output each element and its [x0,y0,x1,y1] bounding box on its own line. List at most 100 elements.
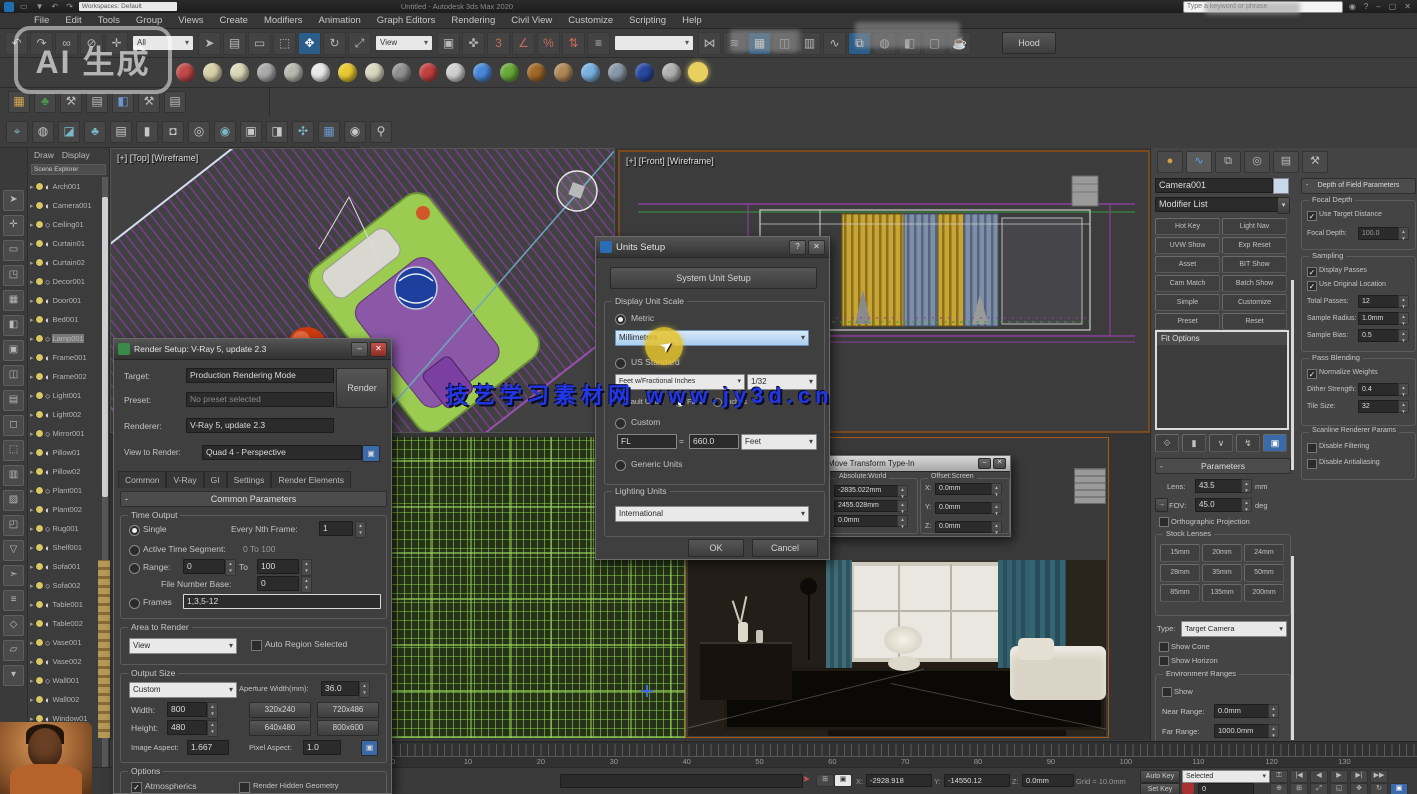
show-horizon-checkbox[interactable] [1159,656,1169,666]
pixel-aspect-field[interactable]: 1.0 [303,740,341,755]
cancel-button[interactable]: Cancel [752,539,818,557]
stock-lens-button[interactable]: 135mm [1202,584,1242,602]
offset-field[interactable]: 0.0mm [935,521,995,533]
panel-scrollbar[interactable] [1291,280,1294,470]
visibility-icon[interactable]: ○ [45,277,50,287]
res-720x486-button[interactable]: 720x486 [317,702,379,718]
mirror-icon[interactable]: ⋈ [698,32,721,55]
width-field[interactable]: 800 [167,702,207,717]
viewport-label[interactable]: [+] [Front] [Wireframe] [626,156,714,166]
dither-strength-field[interactable]: 0.4 [1358,383,1402,396]
pin-stack-icon[interactable]: ⟐ [1155,434,1179,452]
tool-icon[interactable]: ≡ [3,590,24,611]
normalize-weights-checkbox[interactable] [1307,369,1317,379]
make-unique-icon[interactable]: ∨ [1209,434,1233,452]
coordinate-mode-icon[interactable]: ▣ [834,774,852,787]
spinner-snap-toggle-icon[interactable]: ⇅ [562,32,585,55]
view-to-render-dropdown[interactable]: Quad 4 - Perspective [202,445,362,460]
sample-radius-field[interactable]: 1.0mm [1358,312,1402,325]
lens-field[interactable]: 43.5 [1195,479,1243,493]
visibility-icon[interactable]: ◐ [45,372,50,382]
window-crossing-icon[interactable]: ⬚ [273,32,296,55]
toggle-scene-explorer-icon[interactable]: ▥ [798,32,821,55]
list-item[interactable]: ▸ ◐ Plant002 [28,500,109,519]
total-passes-field[interactable]: 12 [1358,295,1402,308]
visibility-icon[interactable]: ◐ [45,695,50,705]
go-to-end-icon[interactable]: ▶▶ [1370,770,1388,783]
spinner[interactable]: ▲▼ [1268,724,1279,738]
sign-in-icon[interactable]: ◉ [1347,2,1358,11]
ring-icon[interactable]: ◎ [188,121,210,143]
visibility-icon[interactable]: ○ [45,638,50,648]
fov-direction-button[interactable]: → [1155,498,1168,512]
key-filter-dropdown[interactable]: Selected▾ [1182,770,1270,783]
list-item[interactable]: ▸ ◐ Frame001 [28,348,109,367]
visibility-icon[interactable]: ◐ [45,410,50,420]
system-unit-setup-button[interactable]: System Unit Setup [610,267,817,289]
tool-icon[interactable]: ▽ [3,540,24,561]
track-bar[interactable]: 0102030405060708090100110120130 [385,741,1417,767]
tab[interactable]: Common [118,471,166,488]
us-standard-radio[interactable] [615,358,626,369]
disable-antialiasing-checkbox[interactable] [1307,459,1317,469]
menu-item[interactable]: Graph Editors [369,13,444,29]
water-blue-icon[interactable] [581,63,600,82]
zoom-all-icon[interactable]: ⊞ [1290,783,1308,794]
tab[interactable]: Render Elements [271,471,351,488]
list-item[interactable]: ▸ ○ Wall001 [28,671,109,690]
book-icon[interactable]: ▤ [110,121,132,143]
range-radio[interactable] [129,563,140,574]
show-cone-checkbox[interactable] [1159,642,1169,652]
camera-teal-icon[interactable]: ◪ [58,121,80,143]
stock-lens-button[interactable]: 85mm [1160,584,1200,602]
visibility-icon[interactable]: ○ [45,486,50,496]
stock-lens-button[interactable]: 20mm [1202,544,1242,562]
modify-tab-icon[interactable]: ∿ [1186,151,1212,173]
tool-button[interactable]: Batch Show [1222,275,1287,292]
spinner[interactable]: ▲▼ [1398,295,1409,308]
units-dialog-titlebar[interactable]: Units Setup ?✕ [596,237,829,258]
eye-icon[interactable]: ◉ [344,121,366,143]
viewport-label[interactable]: [+] [Top] [Wireframe] [117,153,198,163]
visibility-icon[interactable]: ◐ [45,182,50,192]
maximize-viewport-icon[interactable]: ▣ [1390,783,1408,794]
list-item[interactable]: ▸ ◐ Frame002 [28,367,109,386]
trees-icon[interactable]: ♣ [34,91,56,113]
stock-lens-button[interactable]: 35mm [1202,564,1242,582]
auto-region-checkbox[interactable] [251,640,262,651]
tool-icon[interactable]: ◇ [3,615,24,636]
list-item[interactable]: ▸ ◐ Pillow02 [28,462,109,481]
spinner[interactable]: ▲▼ [1398,312,1409,325]
tool-icon[interactable]: ▭ [3,240,24,261]
spinner[interactable]: ▲▼ [301,576,312,593]
cone-white-icon[interactable] [311,63,330,82]
spinner[interactable]: ▲▼ [1241,498,1252,512]
use-target-distance-checkbox[interactable] [1307,211,1317,221]
visibility-icon[interactable]: ○ [45,524,50,534]
spinner[interactable]: ▲▼ [207,702,218,719]
atmospherics-checkbox[interactable] [131,782,142,793]
parameters-rollout[interactable]: -Parameters [1155,458,1291,474]
tile-size-field[interactable]: 32 [1358,400,1402,413]
tool-icon[interactable]: ◳ [3,265,24,286]
close-icon[interactable]: ✕ [370,342,387,357]
abs-z-field[interactable]: 0.0mm [834,515,900,527]
list-item[interactable]: ▸ ◐ Table002 [28,614,109,633]
sphere-ring-icon[interactable] [365,63,384,82]
angle-snap-toggle-icon[interactable]: ∠ [512,32,535,55]
close-icon[interactable]: ✕ [993,458,1006,469]
tool-button[interactable]: Customize [1222,294,1287,311]
use-original-location-checkbox[interactable] [1307,281,1317,291]
sun-yellow-icon[interactable] [338,63,357,82]
visibility-icon[interactable]: ◐ [45,543,50,553]
tool-button[interactable]: Cam Match [1155,275,1220,292]
visibility-icon[interactable]: ○ [45,581,50,591]
frames-radio[interactable] [129,598,140,609]
pixel-aspect-lock-button[interactable]: ▣ [361,740,378,756]
workspace-dropdown[interactable]: Workspaces: Default [79,2,177,11]
tool-button[interactable]: Reset [1222,313,1287,330]
box-beige-icon[interactable] [203,63,222,82]
object-color-swatch[interactable] [1273,178,1289,194]
teapot-gray-icon[interactable] [284,63,303,82]
doc-gray-icon[interactable] [662,63,681,82]
